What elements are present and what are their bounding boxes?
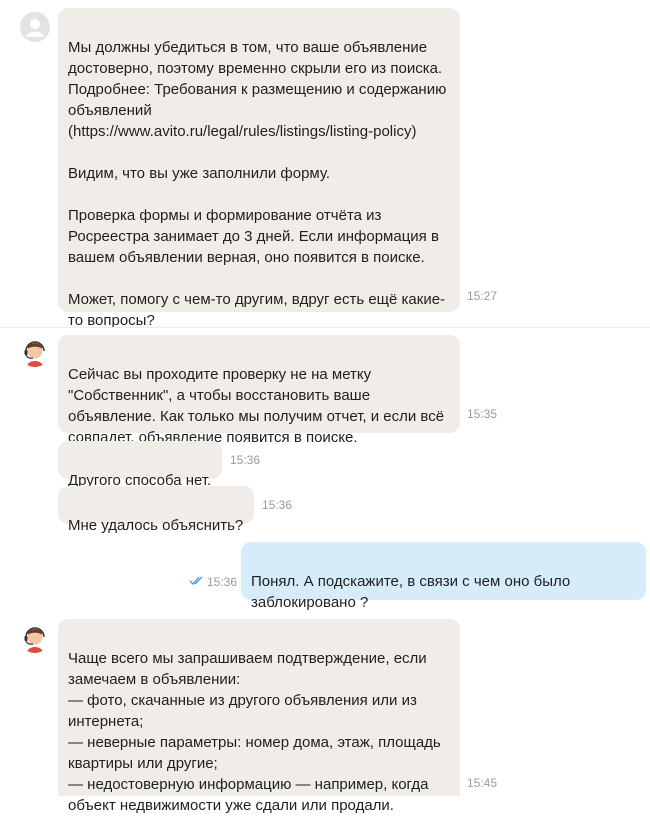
message-bubble: Чаще всего мы запрашиваем подтверждение,… — [58, 619, 460, 814]
chat-divider — [0, 327, 650, 328]
message-text: Сейчас вы проходите проверку не на метку… — [68, 366, 445, 446]
message-text: Мне удалось объяснить? — [68, 517, 244, 534]
message-text: Понял. А подскажите, в связи с чем оно б… — [251, 573, 571, 611]
support-avatar — [20, 337, 50, 367]
message-text: Мы должны убедиться в том, что ваше объя… — [68, 39, 447, 329]
message-text: Чаще всего мы запрашиваем подтверждение,… — [68, 650, 441, 814]
message-time: 15:36 — [262, 498, 293, 512]
message-bubble-outgoing: Понял. А подскажите, в связи с чем оно б… — [241, 542, 646, 611]
message-time: 15:27 — [467, 289, 498, 303]
message-bubble: Другого способа нет. — [58, 441, 222, 489]
message-bubble: Мы должны убедиться в том, что ваше объя… — [58, 8, 460, 329]
message-time: 15:45 — [467, 776, 498, 790]
support-avatar — [20, 623, 50, 653]
message-time: 15:35 — [467, 407, 498, 421]
message-bubble: Сейчас вы проходите проверку не на метку… — [58, 335, 460, 446]
message-time: 15:36 — [230, 453, 261, 467]
support-agent-icon — [24, 627, 45, 653]
user-placeholder-icon — [26, 19, 44, 37]
sender-avatar — [20, 12, 50, 42]
read-receipt-icon — [189, 576, 203, 585]
message-time: 15:36 — [207, 575, 238, 589]
message-bubble: Мне удалось объяснить? — [58, 486, 254, 534]
support-agent-icon — [24, 341, 45, 367]
